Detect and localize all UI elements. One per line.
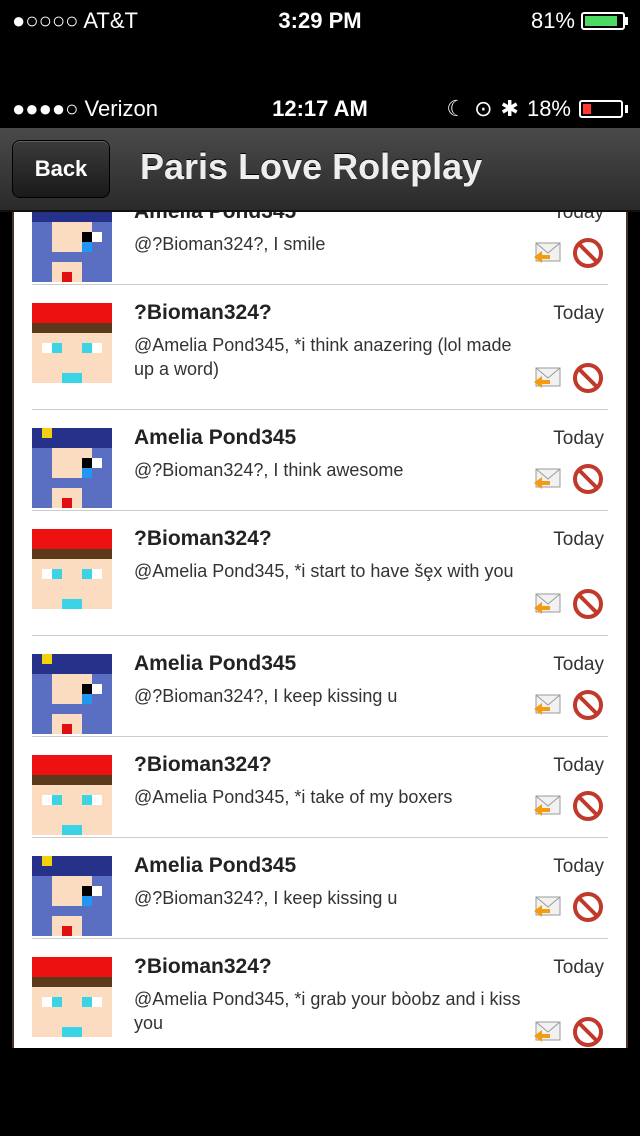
block-icon[interactable] [572,891,604,928]
post-date: Today [553,303,604,324]
post-actions [532,689,604,726]
bottom-bar [0,1048,640,1136]
post-text: @Amelia Pond345, *i grab your bòobz and … [134,989,521,1033]
post-author[interactable]: ?Bioman324? [134,527,272,551]
list-item: Amelia Pond345 Today @?Bioman324?, I smile [32,212,608,285]
block-icon[interactable] [572,790,604,827]
reply-icon[interactable] [532,693,562,722]
post-author[interactable]: Amelia Pond345 [134,854,296,878]
post-actions [532,237,604,274]
avatar[interactable] [32,303,112,383]
avatar[interactable] [32,529,112,609]
list-item: ?Bioman324? Today @Amelia Pond345, *i star… [32,511,608,636]
post-date: Today [553,428,604,449]
moon-icon: ☾ [446,96,467,121]
avatar[interactable] [32,856,112,936]
reply-icon[interactable] [532,1020,562,1048]
avatar[interactable] [32,957,112,1037]
post-text: @?Bioman324?, I smile [134,234,326,254]
page-title: Paris Love Roleplay [140,146,483,187]
back-button[interactable]: Back [12,140,110,198]
post-author[interactable]: Amelia Pond345 [134,212,296,224]
reply-icon[interactable] [532,895,562,924]
post-date: Today [553,529,604,550]
post-text: @Amelia Pond345, *i take of my boxers [134,787,453,807]
battery-percent: 18% [526,96,571,121]
post-author[interactable]: Amelia Pond345 [134,652,296,676]
block-icon[interactable] [572,1016,604,1048]
battery-percent: 81% [530,8,575,33]
reply-icon[interactable] [532,592,562,621]
post-text: @?Bioman324?, I think awesome [134,460,404,480]
post-date: Today [553,654,604,675]
block-icon[interactable] [572,689,604,726]
nav-bar: Back Paris Love Roleplay [0,128,640,212]
reply-icon[interactable] [532,241,562,270]
list-item: ?Bioman324? Today @Amelia Pond345, *i grab… [32,939,608,1048]
post-author[interactable]: ?Bioman324? [134,301,272,325]
post-date: Today [553,212,604,223]
battery-icon [581,12,625,30]
reply-icon[interactable] [532,467,562,496]
post-author[interactable]: ?Bioman324? [134,955,272,979]
post-actions [532,588,604,625]
post-date: Today [553,755,604,776]
reply-icon[interactable] [532,794,562,823]
list-item: Amelia Pond345 Today @?Bioman324?, I think… [32,410,608,511]
block-icon[interactable] [572,463,604,500]
reply-icon[interactable] [532,366,562,395]
battery-icon [579,100,623,118]
post-author[interactable]: Amelia Pond345 [134,426,296,450]
list-item: Amelia Pond345 Today @?Bioman324?, I keep … [32,636,608,737]
block-icon[interactable] [572,362,604,399]
post-actions [532,790,604,827]
post-actions [532,1016,604,1048]
list-item: ?Bioman324? Today @Amelia Pond345, *i thin… [32,285,608,410]
battery-indicator: 81% [531,8,628,34]
rotation-lock-icon: ⊙ [474,96,493,121]
post-actions [532,463,604,500]
bluetooth-icon: ✱ [500,96,519,121]
post-text: @?Bioman324?, I keep kissing u [134,686,398,706]
status-right: ☾ ⊙ ✱ 18% [446,96,628,122]
post-text: @?Bioman324?, I keep kissing u [134,888,398,908]
post-text: @Amelia Pond345, *i think anazering (lol… [134,335,512,379]
post-actions [532,362,604,399]
avatar[interactable] [32,428,112,508]
avatar[interactable] [32,212,112,282]
outer-status-bar: ●○○○○ AT&T 3:29 PM 81% [0,0,640,40]
post-date: Today [553,957,604,978]
post-text: @Amelia Pond345, *i start to have šȩx wi… [134,561,514,581]
inner-status-bar: ●●●●○ Verizon 12:17 AM ☾ ⊙ ✱ 18% [0,88,640,128]
post-author[interactable]: ?Bioman324? [134,753,272,777]
post-date: Today [553,856,604,877]
block-icon[interactable] [572,237,604,274]
list-item: Amelia Pond345 Today @?Bioman324?, I keep … [32,838,608,939]
list-item: ?Bioman324? Today @Amelia Pond345, *i take… [32,737,608,838]
avatar[interactable] [32,755,112,835]
post-actions [532,891,604,928]
avatar[interactable] [32,654,112,734]
post-list[interactable]: Amelia Pond345 Today @?Bioman324?, I smile… [12,212,628,1048]
block-icon[interactable] [572,588,604,625]
